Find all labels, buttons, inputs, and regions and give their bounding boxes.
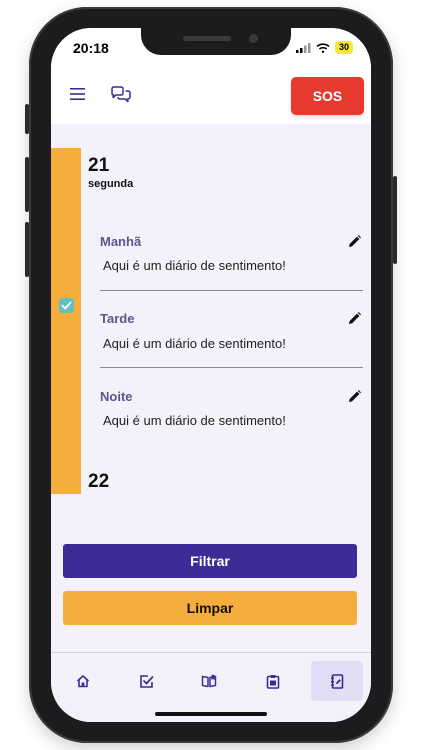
day-number: 22	[88, 471, 110, 492]
volume-down-button	[25, 222, 29, 277]
edit-pencil-icon[interactable]	[348, 390, 361, 403]
app-header: SOS	[51, 72, 371, 124]
day-weekday: segunda	[88, 178, 134, 190]
period-label: Noite	[100, 389, 133, 404]
menu-icon[interactable]	[70, 87, 86, 101]
checklist-icon	[139, 674, 153, 688]
home-icon	[76, 675, 90, 688]
camera	[249, 34, 258, 43]
sos-button[interactable]: SOS	[291, 77, 364, 115]
clipboard-icon	[266, 674, 280, 689]
filter-button[interactable]: Filtrar	[63, 544, 357, 578]
edit-pencil-icon[interactable]	[348, 312, 361, 325]
battery-indicator: 30	[334, 41, 353, 54]
entry-divider	[100, 367, 363, 368]
checkbox-checked-icon[interactable]	[59, 298, 74, 313]
period-label: Manhã	[100, 234, 142, 249]
day-number: 21	[88, 155, 110, 176]
edit-pencil-icon[interactable]	[348, 235, 361, 248]
signal-icon	[295, 42, 311, 53]
entry-text: Aqui é um diário de sentimento!	[103, 258, 286, 273]
wifi-icon	[316, 42, 330, 53]
nav-item-home[interactable]	[57, 661, 109, 701]
nav-item-library[interactable]	[183, 661, 235, 701]
book-icon	[201, 674, 217, 688]
nav-item-journal[interactable]	[311, 661, 363, 701]
nav-item-checklist[interactable]	[120, 661, 172, 701]
entry-text: Aqui é um diário de sentimento!	[103, 336, 286, 351]
speaker	[183, 36, 231, 41]
mute-switch	[25, 104, 29, 134]
status-icons: 30	[295, 41, 353, 54]
timeline-bar	[51, 148, 81, 494]
home-indicator[interactable]	[155, 712, 267, 716]
clear-button[interactable]: Limpar	[63, 591, 357, 625]
entry-divider	[100, 290, 363, 291]
chat-icon[interactable]	[110, 86, 132, 104]
notch	[141, 28, 291, 55]
journal-icon	[331, 673, 344, 689]
entry-text: Aqui é um diário de sentimento!	[103, 413, 286, 428]
status-time: 20:18	[73, 40, 109, 56]
period-label: Tarde	[100, 311, 135, 326]
nav-item-clipboard[interactable]	[247, 661, 299, 701]
app-screen: 20:18 30 SOS 21 segunda Manhã Aqui é um …	[51, 28, 371, 722]
volume-up-button	[25, 157, 29, 212]
power-button	[393, 176, 397, 264]
